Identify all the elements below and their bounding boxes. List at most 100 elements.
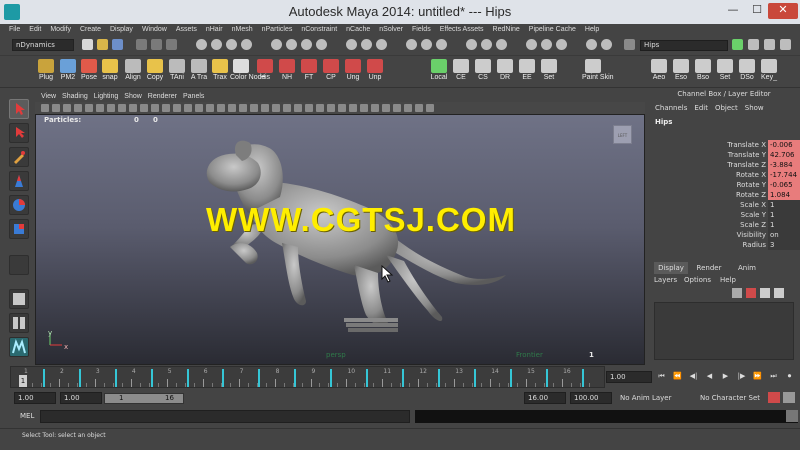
panel-toolbar-icon[interactable] [360, 104, 368, 112]
menu-nparticles[interactable]: nParticles [262, 24, 293, 35]
channel-box-menu-object[interactable]: Object [715, 102, 738, 114]
panel-toolbar-icon[interactable] [206, 104, 214, 112]
shelf-button-dso[interactable]: DSo [736, 59, 758, 87]
step-forward-key-icon[interactable]: |▶ [736, 371, 747, 382]
search-mode-icon[interactable] [624, 39, 635, 50]
shelf-button-cs[interactable]: CS [472, 59, 494, 87]
panel-toolbar-icon[interactable] [96, 104, 104, 112]
shelf-button-pose[interactable]: Pose [78, 59, 100, 87]
keyframe-marker[interactable] [330, 369, 333, 387]
menu-file[interactable]: File [9, 24, 20, 35]
channel-row-translate-x[interactable]: Translate X -0.006 [648, 140, 800, 150]
anim-end-field[interactable]: 16.00 [524, 392, 566, 404]
menu-nmesh[interactable]: nMesh [232, 24, 253, 35]
keyframe-marker[interactable] [258, 369, 261, 387]
menu-set-dropdown[interactable]: nDynamics [12, 39, 74, 51]
keyframe-marker[interactable] [509, 369, 512, 387]
menu-ncache[interactable]: nCache [346, 24, 370, 35]
channel-value[interactable]: 1 [768, 200, 800, 210]
channel-value[interactable]: -0.065 [768, 180, 800, 190]
shelf-button-unp[interactable]: Unp [364, 59, 386, 87]
menu-nhair[interactable]: nHair [206, 24, 223, 35]
panel-toolbar-icon[interactable] [338, 104, 346, 112]
light-icon[interactable] [481, 39, 492, 50]
wireframe-icon[interactable] [526, 39, 537, 50]
snap-point-icon[interactable] [226, 39, 237, 50]
render-settings-icon[interactable] [316, 39, 327, 50]
menu-create[interactable]: Create [80, 24, 101, 35]
panel-toolbar-icon[interactable] [118, 104, 126, 112]
keyframe-marker[interactable] [222, 369, 225, 387]
panel-toolbar-icon[interactable] [404, 104, 412, 112]
layer-editor-toggle-icon[interactable] [780, 39, 791, 50]
keyframe-marker[interactable] [78, 369, 81, 387]
isolate-icon[interactable] [601, 39, 612, 50]
menu-modify[interactable]: Modify [50, 24, 71, 35]
shelf-button-dr[interactable]: DR [494, 59, 516, 87]
grid-toggle-icon[interactable] [586, 39, 597, 50]
channel-value[interactable]: 1 [768, 210, 800, 220]
panel-toolbar-icon[interactable] [294, 104, 302, 112]
current-frame-indicator[interactable]: 1 [19, 375, 27, 387]
minimize-button[interactable]: — [722, 3, 744, 19]
keyframe-marker[interactable] [366, 369, 369, 387]
channel-row-rotate-y[interactable]: Rotate Y -0.065 [648, 180, 800, 190]
channel-row-visibility[interactable]: Visibility on [648, 230, 800, 240]
layer-menu-layers[interactable]: Layers [654, 275, 677, 285]
hypershade-icon[interactable] [346, 39, 357, 50]
keyframe-marker[interactable] [545, 369, 548, 387]
shelf-button-ung[interactable]: Ung [342, 59, 364, 87]
shelf-button-snap[interactable]: snap [99, 59, 121, 87]
shelf-button-aeo[interactable]: Aeo [648, 59, 670, 87]
menu-edit[interactable]: Edit [29, 24, 41, 35]
panel-toolbar-icon[interactable] [316, 104, 324, 112]
dog-model[interactable] [36, 115, 645, 365]
channel-box-menu-show[interactable]: Show [745, 102, 764, 114]
attribute-icon[interactable] [376, 39, 387, 50]
character-key-icon[interactable] [768, 392, 780, 403]
step-forward-icon[interactable]: ⏩ [752, 371, 763, 382]
select-hierarchy-icon[interactable] [136, 39, 147, 50]
snap-grid-icon[interactable] [196, 39, 207, 50]
shelf-button-paint-skin[interactable]: Paint Skin [582, 59, 614, 87]
channel-row-rotate-z[interactable]: Rotate Z 1.084 [648, 190, 800, 200]
render-icon[interactable] [286, 39, 297, 50]
channel-row-scale-x[interactable]: Scale X1 [648, 200, 800, 210]
step-back-icon[interactable]: ⏪ [672, 371, 683, 382]
scale-tool-icon[interactable] [9, 219, 29, 239]
go-to-start-icon[interactable]: ⏮ [656, 371, 667, 382]
textured-icon[interactable] [556, 39, 567, 50]
layer-add-icon[interactable] [760, 288, 770, 298]
keyframe-marker[interactable] [150, 369, 153, 387]
keyframe-marker[interactable] [186, 369, 189, 387]
keyframe-marker[interactable] [114, 369, 117, 387]
keyframe-marker[interactable] [474, 369, 477, 387]
panel-toolbar-icon[interactable] [107, 104, 115, 112]
menu-rednine[interactable]: RedNine [493, 24, 520, 35]
shelf-button-ee[interactable]: EE [516, 59, 538, 87]
panel-menu-panels[interactable]: Panels [183, 91, 204, 102]
select-component-icon[interactable] [166, 39, 177, 50]
channel-value[interactable]: 1.084 [768, 190, 800, 200]
shelf-button-trax[interactable]: Trax [209, 59, 231, 87]
panel-toolbar-icon[interactable] [85, 104, 93, 112]
shelf-button-color-node[interactable]: Color Node [230, 59, 265, 87]
channel-box-menu-channels[interactable]: Channels [655, 102, 687, 114]
new-layer-selected-icon[interactable] [746, 288, 756, 298]
panel-toolbar-icon[interactable] [393, 104, 401, 112]
channel-value[interactable]: 3 [768, 240, 800, 250]
lasso-tool-icon[interactable] [9, 123, 29, 143]
channel-row-radius[interactable]: Radius 3 [648, 240, 800, 250]
ipr-render-icon[interactable] [301, 39, 312, 50]
keyframe-marker[interactable] [42, 369, 45, 387]
menu-pipeline-cache[interactable]: Pipeline Cache [529, 24, 576, 35]
layer-remove-icon[interactable] [774, 288, 784, 298]
layer-menu-help[interactable]: Help [720, 275, 736, 285]
panel-toolbar-icon[interactable] [228, 104, 236, 112]
panel-toolbar-icon[interactable] [63, 104, 71, 112]
save-scene-icon[interactable] [112, 39, 123, 50]
shelf-button-bso[interactable]: Bso [692, 59, 714, 87]
panel-toolbar-icon[interactable] [74, 104, 82, 112]
layout-two-pane-icon[interactable] [9, 313, 29, 333]
panel-menu-view[interactable]: View [41, 91, 56, 102]
